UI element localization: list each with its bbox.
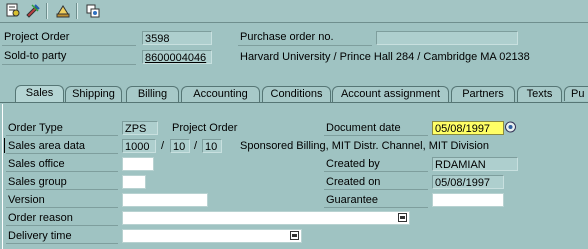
guarantee-field[interactable] <box>432 193 504 207</box>
created-on-label: Created on <box>326 176 381 188</box>
order-type-description: Project Order <box>172 122 238 134</box>
sales-office-field[interactable] <box>122 157 154 171</box>
distribution-channel-field: 10 <box>170 139 190 153</box>
tab-accounting[interactable]: Accounting <box>181 86 260 102</box>
bracket-marker <box>4 138 7 153</box>
created-on-field: 05/08/1997 <box>432 175 504 189</box>
dropdown-icon[interactable] <box>290 231 299 240</box>
label-divider <box>324 189 428 190</box>
delivery-time-label: Delivery time <box>8 230 72 242</box>
sales-organization-field: 1000 <box>122 139 156 153</box>
sales-area-separator: / <box>161 140 165 152</box>
order-reason-label: Order reason <box>8 212 73 224</box>
tab-panel-border <box>0 102 588 103</box>
label-divider <box>324 171 428 172</box>
tab-billing[interactable]: Billing <box>126 86 179 102</box>
document-date-label: Document date <box>326 122 401 134</box>
tab-shipping[interactable]: Shipping <box>65 86 122 102</box>
purchase-order-label: Purchase order no. <box>240 31 334 43</box>
guarantee-label: Guarantee <box>326 194 378 206</box>
label-divider <box>6 153 118 154</box>
label-divider <box>2 64 136 65</box>
project-order-label: Project Order <box>4 31 70 43</box>
division-field: 10 <box>202 139 222 153</box>
version-label: Version <box>8 194 45 206</box>
tab-strip: Sales Shipping Billing Accounting Condit… <box>0 85 588 103</box>
label-divider <box>6 135 118 136</box>
sales-area-description: Sponsored Billing, MIT Distr. Channel, M… <box>240 140 490 152</box>
tab-purchasing[interactable]: Pu <box>564 86 588 101</box>
sales-group-field[interactable] <box>122 175 146 189</box>
project-order-field: 3598 <box>142 31 212 45</box>
toolbar-separator <box>46 3 48 19</box>
display-document-icon[interactable] <box>4 2 22 19</box>
sales-area-label: Sales area data <box>8 140 86 152</box>
tab-sales[interactable]: Sales <box>15 85 64 103</box>
created-by-field: RDAMIAN <box>432 157 518 171</box>
sales-group-label: Sales group <box>8 176 67 188</box>
delivery-time-field[interactable] <box>122 229 302 243</box>
label-divider <box>2 45 136 46</box>
label-divider <box>238 45 372 46</box>
application-toolbar <box>0 0 588 23</box>
link-icon[interactable] <box>84 2 102 19</box>
label-divider <box>6 207 118 208</box>
order-type-field: ZPS <box>122 121 158 135</box>
label-divider <box>324 135 428 136</box>
order-type-label: Order Type <box>8 122 63 134</box>
sales-office-label: Sales office <box>8 158 65 170</box>
label-divider <box>324 207 428 208</box>
sold-to-party-description: Harvard University / Prince Hall 284 / C… <box>240 51 530 63</box>
header-details-icon[interactable] <box>54 2 72 19</box>
order-reason-field[interactable] <box>122 211 410 225</box>
tab-texts[interactable]: Texts <box>517 86 562 102</box>
label-divider <box>6 189 118 190</box>
tab-account-assignment[interactable]: Account assignment <box>332 86 449 102</box>
version-field[interactable] <box>122 193 208 207</box>
sold-to-party-label: Sold-to party <box>4 50 67 62</box>
toolbar-separator <box>76 3 78 19</box>
label-divider <box>6 243 118 244</box>
document-date-field[interactable]: 05/08/1997 <box>432 121 504 135</box>
label-divider <box>6 225 118 226</box>
label-divider <box>6 171 118 172</box>
purchase-order-field[interactable] <box>376 31 518 45</box>
dropdown-icon[interactable] <box>398 213 407 222</box>
created-by-label: Created by <box>326 158 380 170</box>
tab-partners[interactable]: Partners <box>451 86 515 102</box>
sold-to-party-field[interactable]: 8600004046 <box>142 50 212 64</box>
calendar-help-icon[interactable] <box>505 120 516 134</box>
sales-area-separator: / <box>194 140 198 152</box>
tab-conditions[interactable]: Conditions <box>262 86 331 102</box>
change-document-icon[interactable] <box>24 2 42 19</box>
